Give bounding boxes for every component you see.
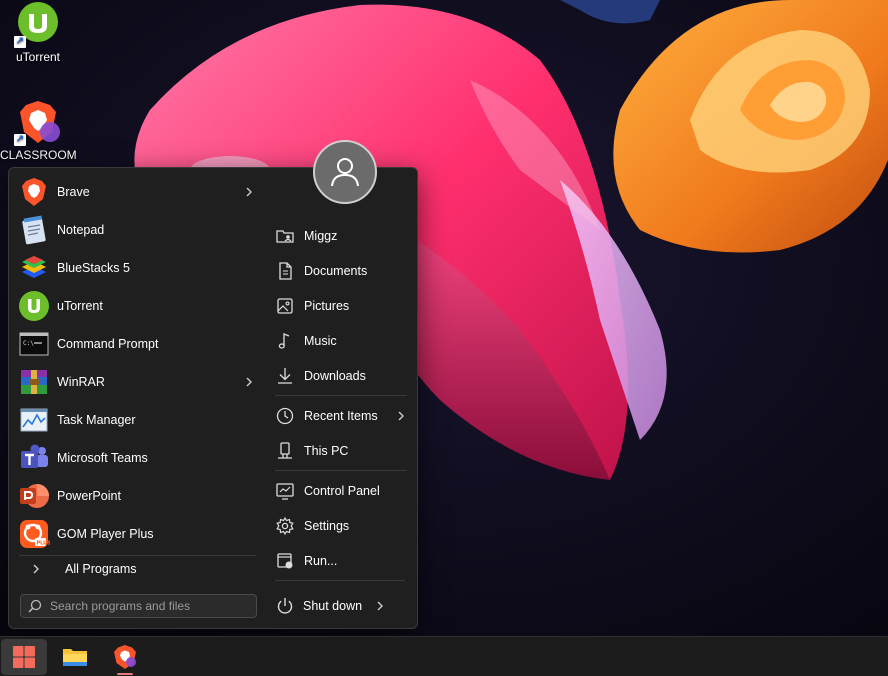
place-label: Settings: [304, 518, 350, 533]
clock-icon: [276, 407, 294, 424]
app-list: Brave Notepad BlueStacks 5 uTorrent C:\ …: [9, 173, 259, 553]
desktop-icon-label: CLASSROOM: [0, 148, 77, 162]
chevron-right-icon: [33, 564, 39, 573]
app-item-brave[interactable]: Brave: [9, 173, 259, 211]
running-indicator: [117, 673, 133, 675]
app-item-task-manager[interactable]: Task Manager: [9, 401, 259, 439]
picture-icon: [277, 297, 293, 314]
place-item-downloads[interactable]: Downloads: [271, 358, 407, 393]
control-panel-icon: [276, 482, 294, 500]
app-item-label: Brave: [57, 185, 90, 199]
bluestacks-icon: [22, 256, 46, 278]
place-item-miggz[interactable]: Miggz: [271, 218, 407, 253]
place-label: Recent Items: [304, 408, 378, 423]
place-item-control-panel[interactable]: Control Panel: [271, 473, 407, 508]
gom-player-icon: PLUS: [20, 520, 51, 548]
app-item-label: WinRAR: [57, 375, 105, 389]
place-label: Downloads: [304, 368, 366, 383]
avatar[interactable]: [313, 140, 377, 204]
shortcut-arrow-icon: ↗: [14, 36, 26, 48]
place-label: Pictures: [304, 298, 350, 313]
place-item-music[interactable]: Music: [271, 323, 407, 358]
desktop-icon-label: uTorrent: [15, 50, 61, 64]
app-item-powerpoint[interactable]: PowerPoint: [9, 477, 259, 515]
divider: [275, 470, 407, 471]
shutdown-button[interactable]: Shut down: [275, 592, 386, 620]
file-explorer-icon: [63, 649, 87, 666]
winrar-icon: [21, 370, 47, 394]
app-item-command-prompt[interactable]: C:\ Command Prompt: [9, 325, 259, 363]
place-item-run[interactable]: Run...: [271, 543, 407, 578]
task-manager-icon: [20, 408, 48, 432]
app-item-winrar[interactable]: WinRAR: [9, 363, 259, 401]
place-item-this-pc[interactable]: This PC: [271, 433, 407, 468]
utorrent-icon: [19, 291, 49, 321]
app-item-gom-player[interactable]: PLUS GOM Player Plus: [9, 515, 259, 553]
place-label: Run...: [304, 553, 338, 568]
taskbar-file-explorer-button[interactable]: [52, 639, 98, 675]
shortcut-arrow-icon: ↗: [14, 134, 26, 146]
app-item-notepad[interactable]: Notepad: [9, 211, 259, 249]
chevron-right-icon[interactable]: [374, 600, 386, 612]
app-item-label: PowerPoint: [57, 489, 121, 503]
search-box[interactable]: [20, 594, 257, 618]
svg-text:C:\: C:\: [23, 340, 34, 347]
places-list: Miggz Documents Pictures Music Downloads…: [271, 218, 407, 578]
user-folder-icon: [276, 229, 294, 243]
app-item-label: BlueStacks 5: [57, 261, 130, 275]
chevron-right-icon: [398, 411, 404, 421]
notepad-icon: [22, 215, 46, 245]
app-item-microsoft-teams[interactable]: Microsoft Teams: [9, 439, 259, 477]
place-label: This PC: [304, 443, 349, 458]
all-programs-label: All Programs: [65, 561, 137, 576]
app-item-label: GOM Player Plus: [57, 527, 154, 541]
brave-icon: [22, 178, 46, 206]
user-icon: [331, 158, 359, 187]
start-menu: Brave Notepad BlueStacks 5 uTorrent C:\ …: [8, 140, 418, 629]
document-icon: [279, 261, 292, 280]
search-icon: [28, 599, 42, 613]
brave-icon: [114, 645, 136, 669]
app-item-bluestacks[interactable]: BlueStacks 5: [9, 249, 259, 287]
divider: [275, 580, 405, 581]
power-icon: [277, 598, 293, 614]
app-item-label: Microsoft Teams: [57, 451, 148, 465]
app-item-label: Notepad: [57, 223, 105, 237]
run-icon: [277, 552, 293, 568]
all-programs-button[interactable]: All Programs: [19, 555, 256, 581]
taskbar: [0, 636, 888, 676]
command-prompt-icon: C:\: [19, 332, 49, 356]
place-item-settings[interactable]: Settings: [271, 508, 407, 543]
place-label: Documents: [304, 263, 368, 278]
download-icon: [278, 367, 292, 384]
app-item-label: Task Manager: [57, 413, 136, 427]
computer-icon: [278, 441, 292, 459]
music-icon: [278, 332, 290, 349]
start-button[interactable]: [1, 639, 47, 675]
powerpoint-icon: [20, 484, 49, 508]
search-input[interactable]: [50, 599, 250, 613]
teams-icon: [21, 444, 48, 468]
app-item-label: Command Prompt: [57, 337, 159, 351]
place-label: Music: [304, 333, 337, 348]
app-item-utorrent[interactable]: uTorrent: [9, 287, 259, 325]
taskbar-brave-button[interactable]: [102, 639, 148, 675]
gear-icon: [276, 516, 294, 535]
chevron-right-icon: [246, 377, 252, 387]
shutdown-label: Shut down: [303, 599, 363, 613]
place-item-recent-items[interactable]: Recent Items: [271, 398, 407, 433]
svg-text:PLUS: PLUS: [37, 541, 51, 547]
place-label: Control Panel: [304, 483, 380, 498]
place-item-documents[interactable]: Documents: [271, 253, 407, 288]
divider: [275, 395, 407, 396]
place-label: Miggz: [304, 228, 338, 243]
place-item-pictures[interactable]: Pictures: [271, 288, 407, 323]
desktop-icon-utorrent[interactable]: ↗ uTorrent: [0, 0, 76, 64]
desktop-icon-classroom[interactable]: ↗ CLASSROOM: [0, 98, 77, 162]
app-item-label: uTorrent: [57, 299, 103, 313]
chevron-right-icon: [246, 187, 252, 197]
start-icon: [13, 646, 35, 668]
